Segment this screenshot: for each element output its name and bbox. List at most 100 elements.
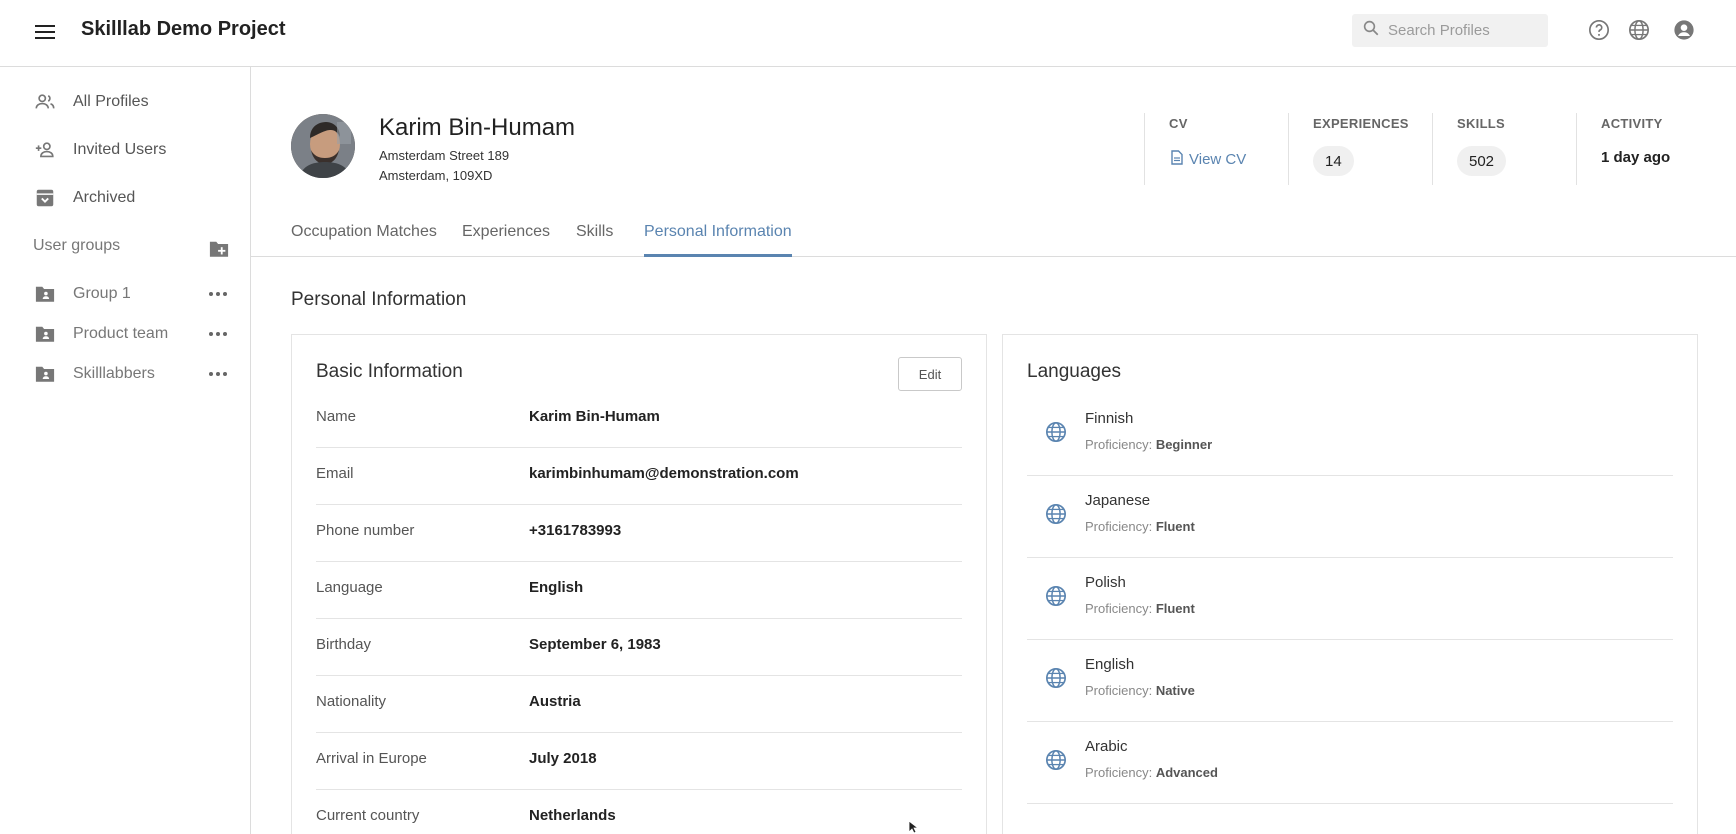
profile-address-line1: Amsterdam Street 189 [379,148,510,163]
more-options-icon[interactable] [206,364,230,384]
info-key: Email [316,465,354,482]
info-key: Phone number [316,522,415,539]
language-item: Finnish Proficiency: Beginner [1027,394,1673,476]
sidebar-item-label: Invited Users [73,141,167,158]
section-title: Personal Information [291,289,467,310]
account-icon[interactable] [1672,18,1696,42]
info-key: Name [316,408,357,425]
menu-icon[interactable] [30,17,60,47]
view-cv-label: View CV [1189,151,1247,168]
user-groups-header: User groups [33,237,233,261]
search-icon [1362,19,1380,42]
add-folder-icon[interactable] [207,237,231,261]
sidebar-item-all-profiles[interactable]: All Profiles [0,82,250,122]
top-bar: Skilllab Demo Project [0,0,1736,67]
proficiency-level: Fluent [1155,601,1195,616]
sidebar-item-archived[interactable]: Archived [0,178,250,218]
globe-icon [1045,503,1069,527]
proficiency-level: Fluent [1155,519,1195,534]
skills-label: SKILLS [1457,116,1506,131]
group-folder-icon [33,362,57,386]
tab-personal-information[interactable]: Personal Information [644,223,792,257]
activity-label: ACTIVITY [1601,116,1663,131]
info-key: Birthday [316,636,372,653]
language-proficiency: Proficiency: Fluent [1085,601,1195,616]
languages-title: Languages [1027,361,1122,382]
stats-divider [1576,113,1577,185]
sidebar-group-label: Skilllabbers [73,365,155,382]
language-item: English Proficiency: Native [1027,640,1673,722]
sidebar: All Profiles Invited Users Archived User… [0,67,251,834]
info-row: Birthday September 6, 1983 [316,619,962,676]
app-root: Skilllab Demo Project All Profiles [0,0,1736,834]
info-key: Current country [316,807,420,824]
proficiency-level: Beginner [1155,437,1213,452]
stats-divider [1288,113,1289,185]
tab-occupation-matches[interactable]: Occupation Matches [291,223,437,257]
info-value: karimbinhumam@demonstration.com [529,465,799,482]
info-key: Nationality [316,693,387,710]
info-value: English [529,579,584,596]
profile-tabs: Occupation Matches Experiences Skills Pe… [251,215,1736,257]
sidebar-item-label: All Profiles [73,93,149,110]
info-value: Karim Bin-Humam [529,408,660,425]
sidebar-group-label: Group 1 [73,285,131,302]
more-options-icon[interactable] [206,324,230,344]
globe-icon [1045,421,1069,445]
view-cv-link[interactable]: View CV [1171,150,1246,169]
search-box[interactable] [1352,14,1548,47]
globe-icon[interactable] [1627,18,1651,42]
main-content: Karim Bin-Humam Amsterdam Street 189 Ams… [251,67,1736,834]
stats-divider [1432,113,1433,185]
help-icon[interactable] [1587,18,1611,42]
basic-info-card: Basic Information Edit Name Karim Bin-Hu… [291,334,987,834]
proficiency-prefix: Proficiency: [1085,765,1156,780]
mouse-cursor-icon [908,820,920,834]
sidebar-group-label: Product team [73,325,169,342]
basic-info-title: Basic Information [316,361,463,382]
sidebar-item-label: Archived [73,189,136,206]
proficiency-prefix: Proficiency: [1085,437,1156,452]
edit-button[interactable]: Edit [898,357,962,391]
language-proficiency: Proficiency: Native [1085,683,1195,698]
language-item: Polish Proficiency: Fluent [1027,558,1673,640]
info-row: Arrival in Europe July 2018 [316,733,962,790]
proficiency-prefix: Proficiency: [1085,683,1156,698]
tab-skills[interactable]: Skills [576,223,613,257]
language-proficiency: Proficiency: Advanced [1085,765,1218,780]
search-input[interactable] [1388,22,1538,39]
info-value: September 6, 1983 [529,636,661,653]
language-name: Arabic [1085,738,1128,755]
cv-label: CV [1169,116,1188,131]
language-name: English [1085,656,1135,673]
experiences-label: EXPERIENCES [1313,116,1409,131]
language-item: Japanese Proficiency: Fluent [1027,476,1673,558]
globe-icon [1045,667,1069,691]
languages-card: Languages Finnish Proficiency: Beginner … [1002,334,1698,834]
proficiency-level: Native [1155,683,1195,698]
people-icon [33,90,57,114]
info-value: +3161783993 [529,522,622,539]
experiences-count: 14 [1313,146,1354,176]
globe-icon [1045,749,1069,773]
info-key: Language [316,579,383,596]
sidebar-item-invited-users[interactable]: Invited Users [0,130,250,170]
group-folder-icon [33,282,57,306]
user-groups-label: User groups [33,237,121,254]
stats-divider [1144,113,1145,185]
info-value: Austria [529,693,581,710]
add-person-icon [33,138,57,162]
proficiency-prefix: Proficiency: [1085,519,1156,534]
document-icon [1171,150,1189,169]
more-options-icon[interactable] [206,284,230,304]
info-key: Arrival in Europe [316,750,427,767]
activity-value: 1 day ago [1601,149,1671,166]
app-title: Skilllab Demo Project [81,18,286,40]
language-proficiency: Proficiency: Beginner [1085,437,1212,452]
profile-address-line2: Amsterdam, 109XD [379,168,493,183]
language-proficiency: Proficiency: Fluent [1085,519,1195,534]
language-item: Arabic Proficiency: Advanced [1027,722,1673,804]
archive-icon [33,186,57,210]
group-folder-icon [33,322,57,346]
tab-experiences[interactable]: Experiences [462,223,550,257]
